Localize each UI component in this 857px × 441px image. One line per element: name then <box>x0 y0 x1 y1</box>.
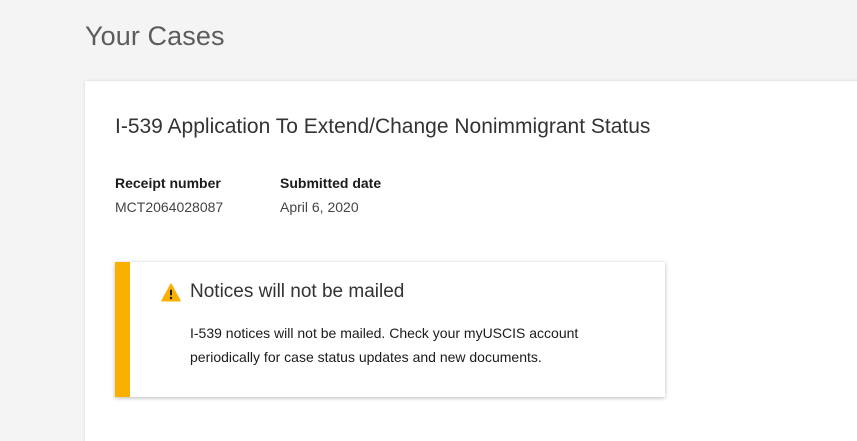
case-title: I-539 Application To Extend/Change Nonim… <box>115 115 651 138</box>
notice-alert: Notices will not be mailed I-539 notices… <box>115 262 665 397</box>
submitted-date-label: Submitted date <box>280 175 382 191</box>
notice-body: I-539 notices will not be mailed. Check … <box>190 325 579 365</box>
submitted-date-field: Submitted date April 6, 2020 <box>280 174 381 216</box>
receipt-number-label: Receipt number <box>115 175 221 191</box>
notice-title: Notices will not be mailed <box>190 281 405 302</box>
page-title: Your Cases <box>85 21 225 51</box>
case-card: I-539 Application To Extend/Change Nonim… <box>85 81 857 441</box>
receipt-number-value: MCT2064028087 <box>115 199 224 215</box>
submitted-date-value: April 6, 2020 <box>280 199 359 215</box>
receipt-number-field: Receipt number MCT2064028087 <box>115 174 223 216</box>
alert-accent-bar <box>115 262 130 397</box>
warning-icon <box>161 283 181 302</box>
